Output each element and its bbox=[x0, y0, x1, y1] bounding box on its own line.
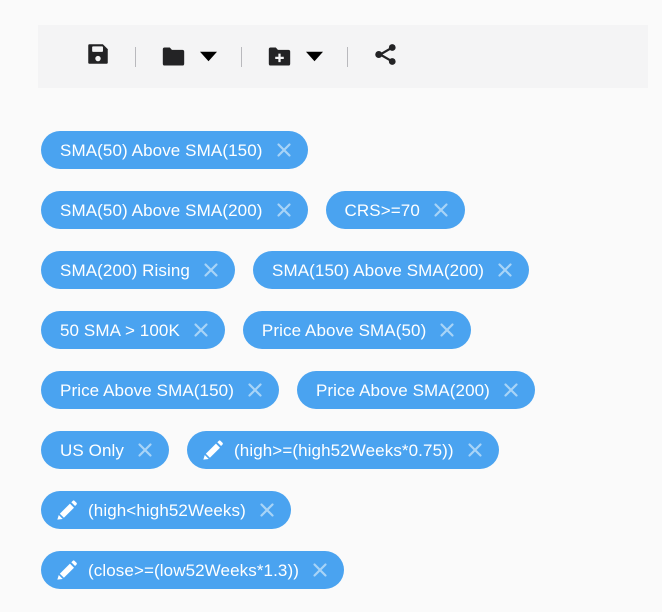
toolbar-divider-2 bbox=[241, 47, 242, 67]
filter-chip[interactable]: Price Above SMA(50) bbox=[243, 311, 471, 349]
close-x-icon[interactable] bbox=[271, 197, 297, 223]
chevron-down-icon[interactable] bbox=[306, 51, 323, 62]
filter-chip-row: SMA(50) Above SMA(150) bbox=[41, 120, 651, 180]
filter-chip[interactable]: SMA(50) Above SMA(150) bbox=[41, 131, 308, 169]
toolbar-divider-1 bbox=[135, 47, 136, 67]
share-button[interactable] bbox=[372, 41, 399, 73]
filter-chip-row: SMA(50) Above SMA(200) CRS>=70 bbox=[41, 180, 651, 240]
close-x-icon[interactable] bbox=[498, 377, 524, 403]
pencil-edit-icon bbox=[200, 438, 225, 463]
pencil-edit-icon bbox=[54, 498, 79, 523]
close-x-icon[interactable] bbox=[188, 317, 214, 343]
filter-chip-row: US Only (high>=(high52Weeks*0.75)) bbox=[41, 420, 651, 480]
close-x-icon[interactable] bbox=[428, 197, 454, 223]
close-x-icon[interactable] bbox=[198, 257, 224, 283]
filter-chip-label: SMA(150) Above SMA(200) bbox=[272, 262, 484, 279]
close-x-icon[interactable] bbox=[254, 497, 280, 523]
filter-chip-row: (close>=(low52Weeks*1.3)) bbox=[41, 540, 651, 600]
share-icon bbox=[372, 41, 399, 73]
toolbar bbox=[38, 25, 648, 88]
filter-chip[interactable]: SMA(200) Rising bbox=[41, 251, 235, 289]
filter-chip[interactable]: (high<high52Weeks) bbox=[41, 491, 291, 529]
open-folder-button[interactable] bbox=[160, 43, 217, 70]
filter-chip-row: SMA(200) Rising SMA(150) Above SMA(200) bbox=[41, 240, 651, 300]
filter-chip[interactable]: Price Above SMA(150) bbox=[41, 371, 279, 409]
filter-chip[interactable]: (close>=(low52Weeks*1.3)) bbox=[41, 551, 344, 589]
filter-chip-label: CRS>=70 bbox=[345, 202, 420, 219]
filter-chip[interactable]: SMA(150) Above SMA(200) bbox=[253, 251, 529, 289]
close-x-icon[interactable] bbox=[271, 137, 297, 163]
floppy-disk-save-icon bbox=[85, 41, 111, 72]
toolbar-divider-3 bbox=[347, 47, 348, 67]
new-folder-button[interactable] bbox=[266, 43, 323, 70]
filter-chip-label: Price Above SMA(50) bbox=[262, 322, 426, 339]
filter-chip[interactable]: US Only bbox=[41, 431, 169, 469]
filter-chip-label: Price Above SMA(150) bbox=[60, 382, 234, 399]
filter-chip-list: SMA(50) Above SMA(150) SMA(50) Above SMA(… bbox=[41, 120, 651, 600]
filter-chip-label: 50 SMA > 100K bbox=[60, 322, 180, 339]
close-x-icon[interactable] bbox=[462, 437, 488, 463]
close-x-icon[interactable] bbox=[434, 317, 460, 343]
filter-chip[interactable]: 50 SMA > 100K bbox=[41, 311, 225, 349]
filter-chip-label: SMA(50) Above SMA(150) bbox=[60, 142, 263, 159]
filter-chip-row: Price Above SMA(150) Price Above SMA(200) bbox=[41, 360, 651, 420]
filter-chip[interactable]: CRS>=70 bbox=[326, 191, 465, 229]
pencil-edit-icon bbox=[54, 558, 79, 583]
filter-chip-label: (close>=(low52Weeks*1.3)) bbox=[88, 562, 299, 579]
filter-chip-label: (high<high52Weeks) bbox=[88, 502, 246, 519]
filter-chip-label: Price Above SMA(200) bbox=[316, 382, 490, 399]
filter-chip-row: (high<high52Weeks) bbox=[41, 480, 651, 540]
close-x-icon[interactable] bbox=[492, 257, 518, 283]
filter-chip-label: SMA(200) Rising bbox=[60, 262, 190, 279]
filter-chip-label: US Only bbox=[60, 442, 124, 459]
filter-chip[interactable]: Price Above SMA(200) bbox=[297, 371, 535, 409]
filter-chip-label: (high>=(high52Weeks*0.75)) bbox=[234, 442, 454, 459]
chevron-down-icon[interactable] bbox=[200, 51, 217, 62]
folder-icon[interactable] bbox=[160, 43, 187, 70]
filter-chip[interactable]: SMA(50) Above SMA(200) bbox=[41, 191, 308, 229]
filter-chip[interactable]: (high>=(high52Weeks*0.75)) bbox=[187, 431, 499, 469]
close-x-icon[interactable] bbox=[307, 557, 333, 583]
save-button[interactable] bbox=[85, 41, 111, 72]
close-x-icon[interactable] bbox=[242, 377, 268, 403]
close-x-icon[interactable] bbox=[132, 437, 158, 463]
filter-chip-label: SMA(50) Above SMA(200) bbox=[60, 202, 263, 219]
filter-chip-row: 50 SMA > 100K Price Above SMA(50) bbox=[41, 300, 651, 360]
folder-plus-icon[interactable] bbox=[266, 43, 293, 70]
